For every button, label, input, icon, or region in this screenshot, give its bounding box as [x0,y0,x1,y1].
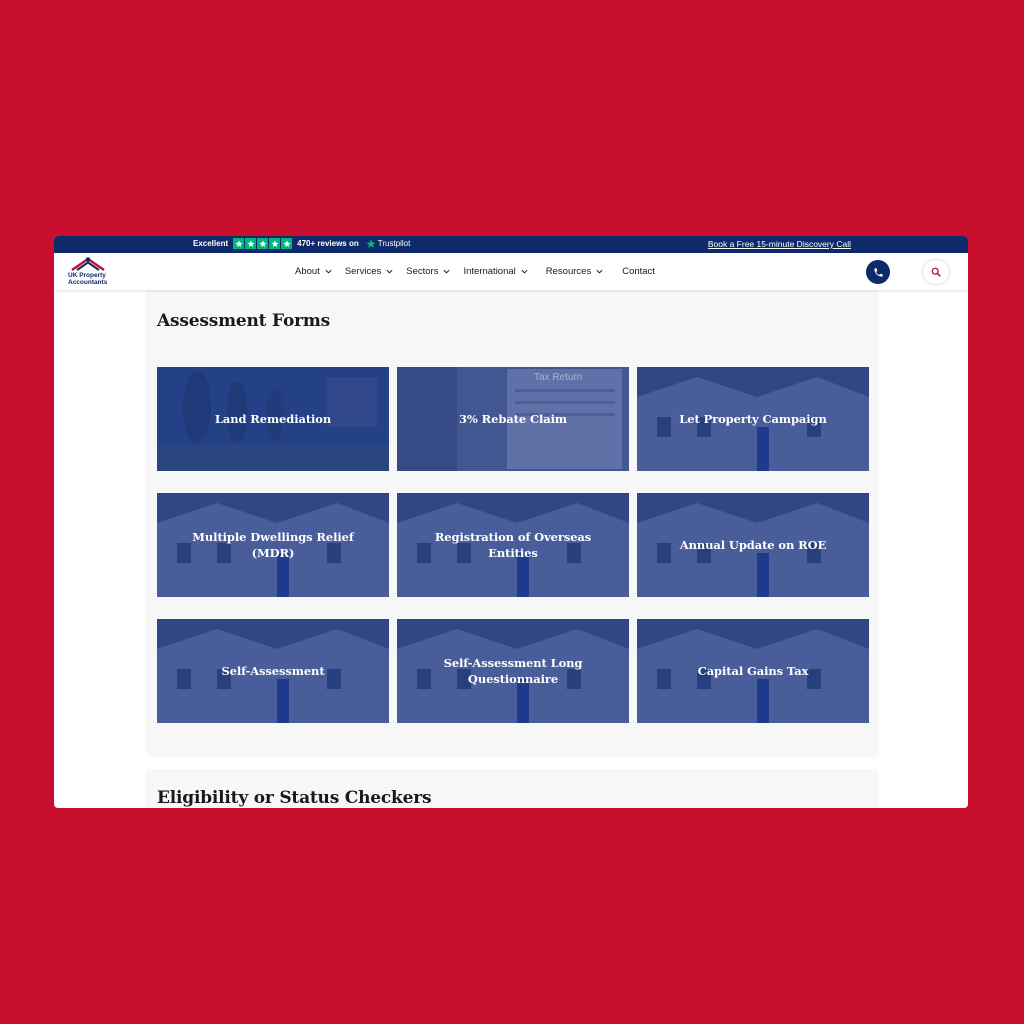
nav-international[interactable]: International [463,266,528,277]
phone-icon [873,267,883,277]
chevron-down-icon [521,269,528,274]
rating-word: Excellent [193,239,229,248]
house-roof-icon [71,257,105,271]
nav-services[interactable]: Services [345,266,393,277]
nav-label: Resources [545,266,592,277]
assessment-card-grid: Land Remediation Tax Return 3% Rebate Cl… [157,367,869,723]
rating-stars [233,238,293,249]
chevron-down-icon [386,269,393,274]
trustpilot-logo: Trustpilot [366,239,411,249]
site-header: UK Property Accountants About Services S… [54,253,968,290]
nav-label: Services [344,266,382,277]
search-button[interactable] [923,260,949,284]
main-nav: About Services Sectors International Res… [295,253,668,290]
assessment-forms-section: Assessment Forms Land Remediation Tax Re… [146,290,879,757]
card-label: Annual Update on ROE [679,538,827,552]
card-label: Self-Assessment [221,664,325,678]
main-content: Assessment Forms Land Remediation Tax Re… [54,290,968,808]
card-self-assessment-long-questionnaire[interactable]: Self-Assessment Long Questionnaire [397,619,629,723]
chevron-down-icon [325,269,332,274]
search-icon [931,267,941,277]
nav-contact[interactable]: Contact [622,266,655,277]
star-icon [269,238,281,249]
card-let-property-campaign[interactable]: Let Property Campaign [637,367,869,471]
discovery-call-link[interactable]: Book a Free 15-minute Discovery Call [708,239,851,249]
chevron-down-icon [596,269,603,274]
card-self-assessment[interactable]: Self-Assessment [157,619,389,723]
card-annual-update-roe[interactable]: Annual Update on ROE [637,493,869,597]
logo-line-1: UK Property [68,272,106,279]
star-icon [281,238,293,249]
card-registration-overseas-entities[interactable]: Registration of Overseas Entities [397,493,629,597]
nav-label: About [295,266,320,277]
star-icon [233,238,245,249]
chevron-down-icon [443,269,450,274]
card-capital-gains-tax[interactable]: Capital Gains Tax [637,619,869,723]
card-label: 3% Rebate Claim [459,412,567,426]
star-icon [257,238,269,249]
card-label: Capital Gains Tax [697,664,809,678]
card-multiple-dwellings-relief[interactable]: Multiple Dwellings Relief (MDR) [157,493,389,597]
trustpilot-widget[interactable]: Excellent 470+ reviews on Trustpilot [193,238,410,249]
eligibility-checkers-section: Eligibility or Status Checkers [146,769,879,808]
nav-label: Contact [622,266,655,277]
logo-text: UK Property Accountants [68,272,107,286]
tax-return-label: Tax Return [534,372,583,383]
site-logo[interactable]: UK Property Accountants [67,257,111,287]
nav-sectors[interactable]: Sectors [406,266,450,277]
star-icon [245,238,257,249]
reviews-count: 470+ reviews on [297,239,359,248]
nav-label: Sectors [406,266,439,277]
nav-about[interactable]: About [295,266,332,277]
card-label: Land Remediation [214,412,332,426]
trustpilot-label: Trustpilot [377,239,411,248]
nav-resources[interactable]: Resources [546,266,603,277]
card-rebate-claim[interactable]: Tax Return 3% Rebate Claim [397,367,629,471]
card-land-remediation[interactable]: Land Remediation [157,367,389,471]
card-label: Registration of Overseas Entities [434,530,592,560]
browser-window: Excellent 470+ reviews on Trustpilot Boo… [54,236,968,808]
phone-button[interactable] [866,260,890,284]
section-title: Assessment Forms [157,311,331,331]
section-title: Eligibility or Status Checkers [157,788,432,808]
logo-line-2: Accountants [68,279,108,286]
card-label: Self-Assessment Long Questionnaire [443,656,583,686]
card-label: Let Property Campaign [679,412,827,426]
card-label: Multiple Dwellings Relief (MDR) [192,530,354,560]
announcement-bar: Excellent 470+ reviews on Trustpilot Boo… [54,236,968,253]
trustpilot-star-icon [366,239,376,248]
nav-label: International [463,266,516,277]
